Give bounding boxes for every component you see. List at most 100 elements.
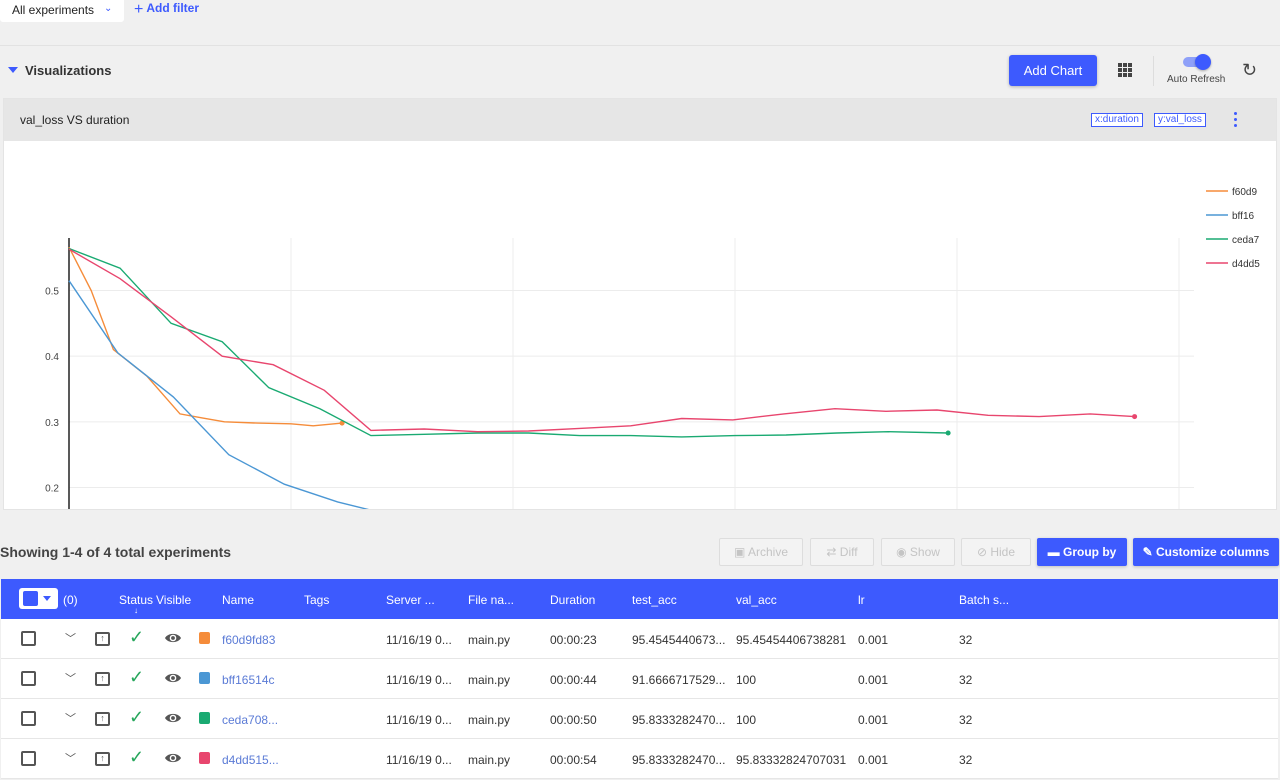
duration-value: 00:00:50	[550, 713, 597, 727]
col-batch-size[interactable]: Batch s...	[959, 593, 1009, 607]
row-checkbox[interactable]	[21, 751, 36, 766]
check-icon: ✓	[129, 667, 145, 687]
eye-icon[interactable]	[164, 631, 182, 645]
x-axis-tag[interactable]: x:duration	[1091, 113, 1143, 127]
customize-columns-button[interactable]: ✎ Customize columns	[1133, 538, 1279, 566]
color-swatch[interactable]	[199, 712, 210, 724]
y-tick-label: 0.2	[45, 483, 59, 494]
row-checkbox[interactable]	[21, 711, 36, 726]
open-in-new-icon[interactable]: ↑	[95, 672, 110, 686]
filter-bar: All experiments ⌄ + Add filter	[0, 0, 1280, 46]
table-row[interactable]: ﹀ ↑ ✓ ceda708... 11/16/19 0... main.py 0…	[1, 699, 1278, 739]
series-end-point-ceda7	[945, 430, 951, 436]
file-name: main.py	[468, 753, 511, 767]
archive-button[interactable]: ▣ Archive	[719, 538, 803, 566]
eye-icon[interactable]	[164, 711, 182, 725]
eye-icon[interactable]	[164, 751, 182, 765]
diff-label: Diff	[839, 545, 858, 559]
series-end-point-d4dd5	[1132, 414, 1138, 420]
chevron-down-icon[interactable]: ﹀	[65, 670, 76, 686]
chevron-down-icon[interactable]: ﹀	[65, 750, 76, 766]
col-duration[interactable]: Duration	[550, 593, 595, 607]
collapse-caret-icon[interactable]	[8, 67, 18, 73]
lr-value: 0.001	[858, 673, 889, 687]
group-by-label: Group by	[1063, 545, 1117, 559]
legend-label: bff16	[1232, 211, 1254, 222]
table-row[interactable]: ﹀ ↑ ✓ f60d9fd83 11/16/19 0... main.py 00…	[1, 619, 1278, 659]
auto-refresh-toggle[interactable]	[1183, 54, 1211, 70]
visualizations-title: Visualizations	[25, 63, 112, 78]
lr-value: 0.001	[858, 753, 889, 767]
y-tick-label: 0.3	[45, 418, 59, 429]
batch-size-value: 32	[959, 713, 973, 727]
refresh-icon[interactable]: ↻	[1242, 61, 1257, 79]
file-name: main.py	[468, 713, 511, 727]
duration-value: 00:00:44	[550, 673, 597, 687]
series-line-bff16	[68, 280, 370, 509]
val-acc-value: 95.45454406738281	[736, 633, 847, 647]
line-chart: 010203040500.20.30.40.5f60d9bff16ceda7d4…	[45, 187, 1260, 509]
legend-label: d4dd5	[1232, 259, 1260, 270]
showing-count: Showing 1-4 of 4 total experiments	[0, 544, 232, 560]
duration-value: 00:00:23	[550, 633, 597, 647]
check-icon: ✓	[129, 747, 145, 767]
server-time: 11/16/19 0...	[386, 713, 452, 727]
col-lr[interactable]: lr	[858, 593, 865, 607]
experiment-name-link[interactable]: d4dd515...	[222, 753, 279, 767]
show-button[interactable]: ◉ Show	[881, 538, 955, 566]
experiment-name-link[interactable]: bff16514c	[222, 673, 275, 687]
experiments-select-label: All experiments	[12, 3, 95, 17]
col-name[interactable]: Name	[222, 593, 254, 607]
col-test-acc[interactable]: test_acc	[632, 593, 677, 607]
duration-value: 00:00:54	[550, 753, 597, 767]
experiment-name-link[interactable]: f60d9fd83	[222, 633, 275, 647]
open-in-new-icon[interactable]: ↑	[95, 632, 110, 646]
add-chart-button[interactable]: Add Chart	[1009, 55, 1097, 86]
group-by-button[interactable]: ▬ Group by	[1037, 538, 1127, 566]
color-swatch[interactable]	[199, 672, 210, 684]
val-acc-value: 100	[736, 673, 757, 687]
batch-size-value: 32	[959, 673, 973, 687]
check-icon: ✓	[129, 627, 145, 647]
experiment-name-link[interactable]: ceda708...	[222, 713, 278, 727]
more-vert-icon[interactable]	[1234, 112, 1238, 128]
experiments-select[interactable]: All experiments ⌄	[0, 0, 124, 22]
col-status[interactable]: Status	[119, 593, 153, 607]
series-line-f60d9	[68, 246, 343, 427]
color-swatch[interactable]	[199, 752, 210, 764]
chevron-down-icon[interactable]: ﹀	[65, 630, 76, 646]
row-checkbox[interactable]	[21, 631, 36, 646]
chart-card-header: val_loss VS duration x:duration y:val_lo…	[4, 99, 1276, 141]
series-line-d4dd5	[68, 248, 1135, 433]
grid-layout-icon[interactable]	[1118, 63, 1132, 77]
row-checkbox[interactable]	[21, 671, 36, 686]
chevron-down-icon[interactable]: ﹀	[65, 710, 76, 726]
check-icon: ✓	[129, 707, 145, 727]
visualizations-header: Visualizations Add Chart Auto Refresh ↻	[0, 46, 1280, 96]
val-acc-value: 100	[736, 713, 757, 727]
col-file-name[interactable]: File na...	[468, 593, 514, 607]
server-time: 11/16/19 0...	[386, 633, 452, 647]
archive-label: Archive	[748, 545, 789, 559]
col-server[interactable]: Server ...	[386, 593, 435, 607]
legend-label: f60d9	[1232, 187, 1257, 198]
table-row[interactable]: ﹀ ↑ ✓ bff16514c 11/16/19 0... main.py 00…	[1, 659, 1278, 699]
diff-button[interactable]: ⇄ Diff	[810, 538, 874, 566]
eye-icon[interactable]	[164, 671, 182, 685]
open-in-new-icon[interactable]: ↑	[95, 712, 110, 726]
selected-count: (0)	[63, 593, 78, 607]
chart-title: val_loss VS duration	[20, 113, 130, 127]
chart-card: val_loss VS duration x:duration y:val_lo…	[3, 98, 1277, 510]
col-tags[interactable]: Tags	[304, 593, 329, 607]
open-in-new-icon[interactable]: ↑	[95, 752, 110, 766]
col-visible[interactable]: Visible	[156, 593, 191, 607]
table-row[interactable]: ﹀ ↑ ✓ d4dd515... 11/16/19 0... main.py 0…	[1, 739, 1278, 779]
select-all-checkbox[interactable]	[19, 588, 58, 609]
hide-label: Hide	[990, 545, 1016, 559]
lr-value: 0.001	[858, 633, 889, 647]
y-axis-tag[interactable]: y:val_loss	[1154, 113, 1206, 127]
color-swatch[interactable]	[199, 632, 210, 644]
col-val-acc[interactable]: val_acc	[736, 593, 777, 607]
add-filter-button[interactable]: + Add filter	[134, 1, 199, 19]
hide-button[interactable]: ⊘ Hide	[961, 538, 1031, 566]
